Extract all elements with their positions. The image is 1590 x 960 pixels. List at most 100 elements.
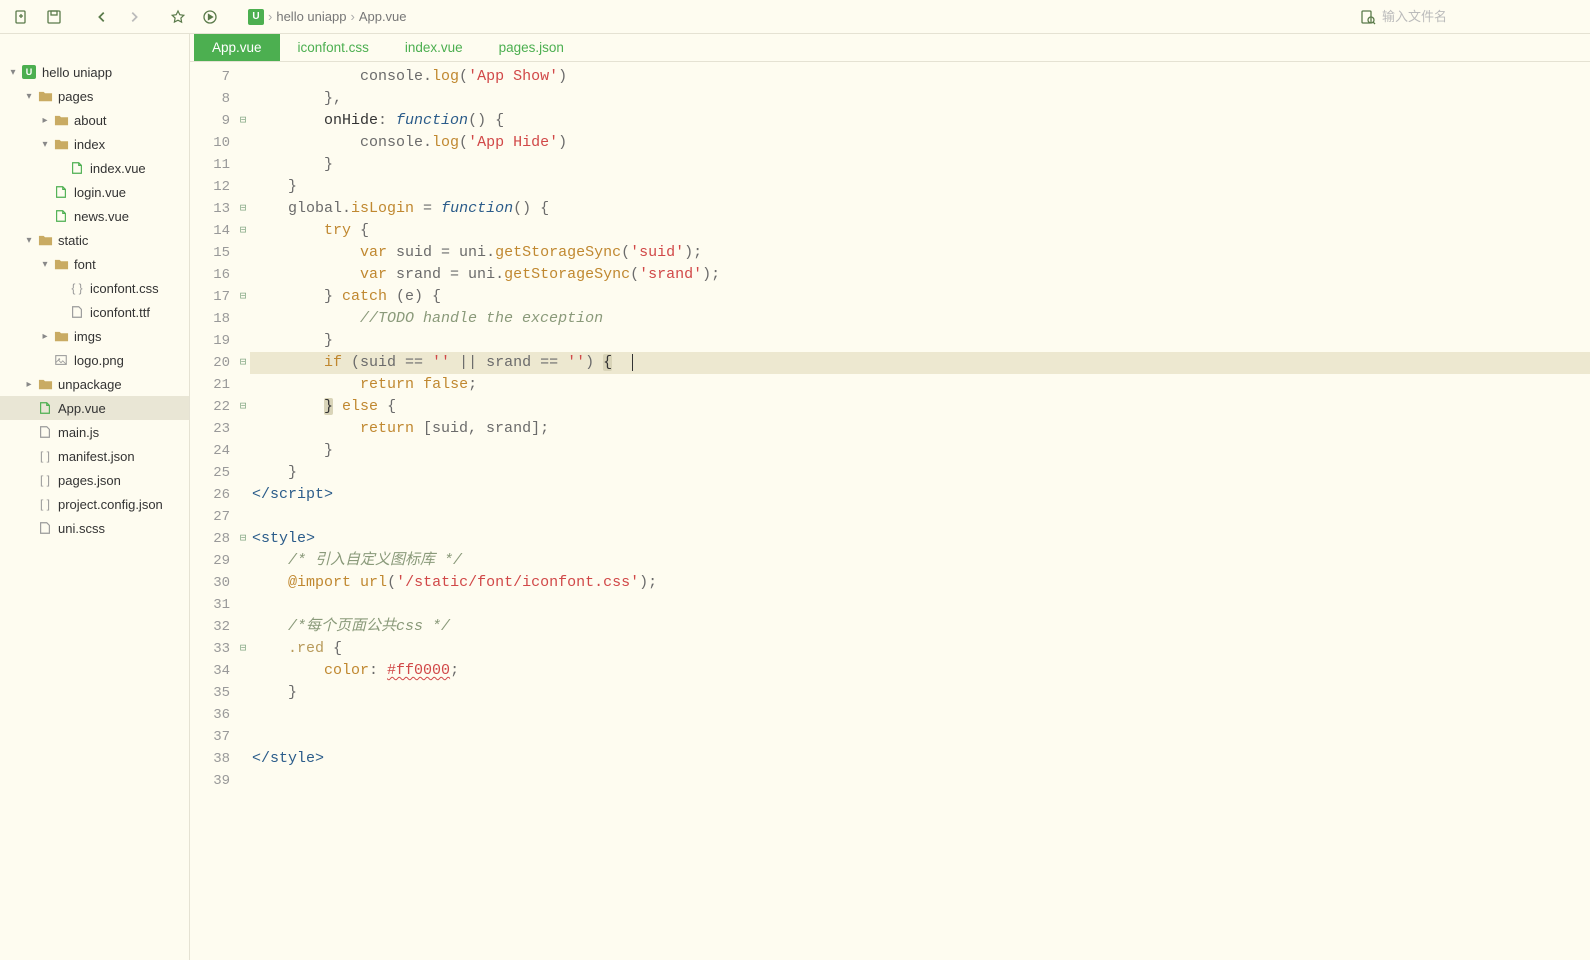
editor-tab[interactable]: pages.json bbox=[481, 34, 582, 61]
fold-marker[interactable]: ⊟ bbox=[236, 220, 250, 242]
code-line[interactable]: }, bbox=[250, 88, 1590, 110]
breadcrumb-project[interactable]: hello uniapp bbox=[276, 9, 346, 24]
line-number: 18 bbox=[190, 308, 236, 330]
code-line[interactable]: var suid = uni.getStorageSync('suid'); bbox=[250, 242, 1590, 264]
code-line[interactable]: } bbox=[250, 176, 1590, 198]
fold-marker bbox=[236, 484, 250, 506]
code-line[interactable] bbox=[250, 770, 1590, 792]
expand-arrow-icon[interactable]: ▾ bbox=[22, 235, 36, 246]
save-button[interactable] bbox=[40, 3, 68, 31]
code-line[interactable] bbox=[250, 506, 1590, 528]
tree-item[interactable]: ▾Uhello uniapp bbox=[0, 60, 189, 84]
tree-item[interactable]: uni.scss bbox=[0, 516, 189, 540]
code-line[interactable]: } bbox=[250, 154, 1590, 176]
code-line[interactable]: } bbox=[250, 682, 1590, 704]
tree-item-label: news.vue bbox=[74, 209, 129, 224]
editor-tab[interactable]: App.vue bbox=[194, 34, 280, 61]
code-line[interactable] bbox=[250, 704, 1590, 726]
search-input[interactable] bbox=[1382, 9, 1582, 24]
code-line[interactable]: @import url('/static/font/iconfont.css')… bbox=[250, 572, 1590, 594]
tree-item-label: imgs bbox=[74, 329, 101, 344]
file-icon: [ ] bbox=[36, 473, 54, 487]
star-button[interactable] bbox=[164, 3, 192, 31]
code-line[interactable]: } bbox=[250, 330, 1590, 352]
fold-marker[interactable]: ⊟ bbox=[236, 528, 250, 550]
fold-marker[interactable]: ⊟ bbox=[236, 286, 250, 308]
code-line[interactable]: console.log('App Hide') bbox=[250, 132, 1590, 154]
code-line[interactable]: return false; bbox=[250, 374, 1590, 396]
code-line[interactable]: </style> bbox=[250, 748, 1590, 770]
code-line[interactable]: /* 引入自定义图标库 */ bbox=[250, 550, 1590, 572]
code-line[interactable]: <style> bbox=[250, 528, 1590, 550]
tree-item[interactable]: [ ]pages.json bbox=[0, 468, 189, 492]
file-icon bbox=[36, 425, 54, 439]
fold-marker[interactable]: ⊟ bbox=[236, 396, 250, 418]
code-line[interactable]: if (suid == '' || srand == '') { bbox=[250, 352, 1590, 374]
run-button[interactable] bbox=[196, 3, 224, 31]
file-icon bbox=[52, 329, 70, 344]
tree-item[interactable]: iconfont.ttf bbox=[0, 300, 189, 324]
fold-marker[interactable]: ⊟ bbox=[236, 352, 250, 374]
expand-arrow-icon[interactable]: ▾ bbox=[38, 259, 52, 270]
tree-item[interactable]: [ ]project.config.json bbox=[0, 492, 189, 516]
tree-item[interactable]: main.js bbox=[0, 420, 189, 444]
code-line[interactable]: } bbox=[250, 462, 1590, 484]
fold-marker[interactable]: ⊟ bbox=[236, 638, 250, 660]
fold-marker[interactable]: ⊟ bbox=[236, 198, 250, 220]
new-file-button[interactable] bbox=[8, 3, 36, 31]
code-line[interactable]: color: #ff0000; bbox=[250, 660, 1590, 682]
editor-tab[interactable]: iconfont.css bbox=[280, 34, 387, 61]
tree-item[interactable]: ▸ imgs bbox=[0, 324, 189, 348]
fold-marker bbox=[236, 242, 250, 264]
tree-item[interactable]: news.vue bbox=[0, 204, 189, 228]
nav-forward-button[interactable] bbox=[120, 3, 148, 31]
file-explorer[interactable]: ▾Uhello uniapp▾pages▸about▾indexindex.vu… bbox=[0, 34, 190, 960]
code-line[interactable]: } else { bbox=[250, 396, 1590, 418]
line-number: 27 bbox=[190, 506, 236, 528]
tree-item[interactable]: ▾pages bbox=[0, 84, 189, 108]
tree-item[interactable]: logo.png bbox=[0, 348, 189, 372]
code-line[interactable]: console.log('App Show') bbox=[250, 66, 1590, 88]
tree-item[interactable]: ▾static bbox=[0, 228, 189, 252]
code-line[interactable]: onHide: function() { bbox=[250, 110, 1590, 132]
code-line[interactable] bbox=[250, 726, 1590, 748]
file-icon bbox=[52, 137, 70, 152]
code-line[interactable]: //TODO handle the exception bbox=[250, 308, 1590, 330]
expand-arrow-icon[interactable]: ▸ bbox=[22, 379, 36, 390]
line-number: 16 bbox=[190, 264, 236, 286]
fold-marker bbox=[236, 726, 250, 748]
tree-item[interactable]: ▾font bbox=[0, 252, 189, 276]
tree-item[interactable]: index.vue bbox=[0, 156, 189, 180]
code-line[interactable]: global.isLogin = function() { bbox=[250, 198, 1590, 220]
tree-item[interactable]: App.vue bbox=[0, 396, 189, 420]
code-area[interactable]: 7891011121314151617181920212223242526272… bbox=[190, 62, 1590, 960]
nav-back-button[interactable] bbox=[88, 3, 116, 31]
editor-tab[interactable]: index.vue bbox=[387, 34, 481, 61]
breadcrumb-file[interactable]: App.vue bbox=[359, 9, 407, 24]
code-line[interactable]: .red { bbox=[250, 638, 1590, 660]
code-lines[interactable]: console.log('App Show') }, onHide: funct… bbox=[250, 62, 1590, 960]
code-line[interactable]: return [suid, srand]; bbox=[250, 418, 1590, 440]
tree-item[interactable]: ▸about bbox=[0, 108, 189, 132]
code-line[interactable]: try { bbox=[250, 220, 1590, 242]
fold-marker[interactable]: ⊟ bbox=[236, 110, 250, 132]
code-line[interactable]: var srand = uni.getStorageSync('srand'); bbox=[250, 264, 1590, 286]
expand-arrow-icon[interactable]: ▸ bbox=[38, 115, 52, 126]
code-line[interactable] bbox=[250, 594, 1590, 616]
tree-item[interactable]: { }iconfont.css bbox=[0, 276, 189, 300]
tree-item-label: App.vue bbox=[58, 401, 106, 416]
tree-item[interactable]: [ ]manifest.json bbox=[0, 444, 189, 468]
code-line[interactable]: } bbox=[250, 440, 1590, 462]
file-search bbox=[1360, 9, 1582, 25]
tree-item[interactable]: login.vue bbox=[0, 180, 189, 204]
expand-arrow-icon[interactable]: ▾ bbox=[22, 91, 36, 102]
code-line[interactable]: } catch (e) { bbox=[250, 286, 1590, 308]
tree-item[interactable]: ▾index bbox=[0, 132, 189, 156]
tree-item[interactable]: ▸unpackage bbox=[0, 372, 189, 396]
expand-arrow-icon[interactable]: ▾ bbox=[38, 139, 52, 150]
expand-arrow-icon[interactable]: ▸ bbox=[38, 331, 52, 342]
expand-arrow-icon[interactable]: ▾ bbox=[6, 67, 20, 78]
breadcrumb: U › hello uniapp › App.vue bbox=[248, 9, 407, 25]
code-line[interactable]: </script> bbox=[250, 484, 1590, 506]
code-line[interactable]: /*每个页面公共css */ bbox=[250, 616, 1590, 638]
